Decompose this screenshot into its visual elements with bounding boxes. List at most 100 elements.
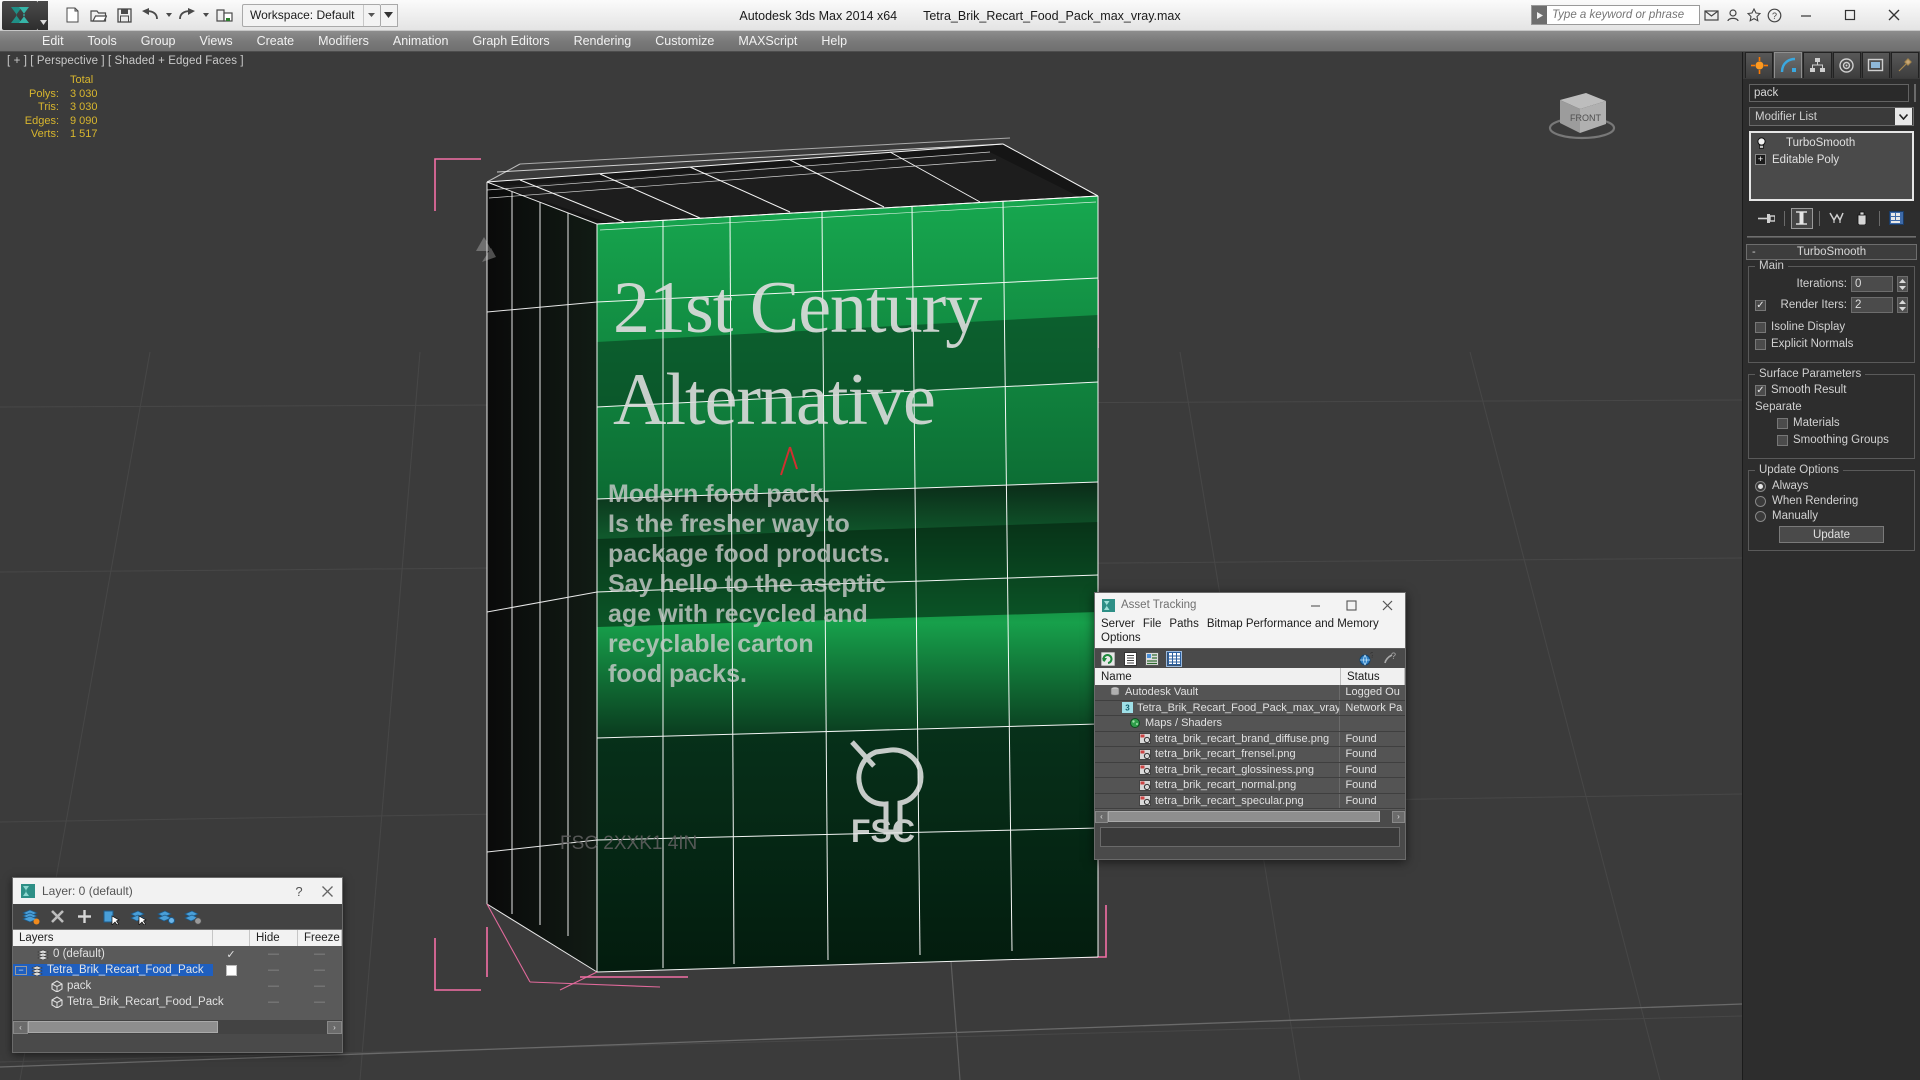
menu-item-views[interactable]: Views [187, 31, 244, 51]
workspace-selector[interactable]: Workspace: Default [242, 3, 381, 27]
object-color-swatch[interactable] [1914, 84, 1916, 102]
asset-list[interactable]: Autodesk Vault Logged Ou 3 Tetra_Brik_Re… [1095, 685, 1405, 809]
modify-tab[interactable] [1774, 52, 1803, 78]
menu-item-tools[interactable]: Tools [76, 31, 129, 51]
workspace-dropdown-button[interactable] [380, 3, 398, 27]
detail-view-icon[interactable] [1144, 651, 1160, 667]
layer-dialog-help-button[interactable]: ? [286, 878, 312, 904]
layer-freeze-cell[interactable]: — [298, 994, 342, 1010]
scroll-thumb[interactable] [28, 1021, 218, 1033]
redo-dropdown-caret-icon[interactable] [201, 4, 210, 27]
select-objects-in-layer-icon[interactable] [102, 907, 121, 926]
menu-item-group[interactable]: Group [129, 31, 188, 51]
asset-minimize-button[interactable] [1297, 593, 1333, 617]
utilities-tab[interactable] [1890, 52, 1920, 78]
layer-row[interactable]: pack — — [13, 978, 342, 994]
layer-freeze-cell[interactable]: — [298, 946, 342, 962]
when-rendering-radio[interactable] [1755, 495, 1766, 507]
asset-row[interactable]: Autodesk Vault Logged Ou [1095, 685, 1405, 701]
window-minimize-button[interactable] [1784, 0, 1828, 31]
explicit-normals-checkbox[interactable] [1755, 338, 1766, 350]
refresh-icon[interactable] [1100, 651, 1116, 667]
chevron-down-icon[interactable] [1895, 108, 1912, 125]
asset-scroll-right-button[interactable]: › [1392, 810, 1405, 823]
smooth-result-checkbox[interactable] [1755, 384, 1766, 396]
lightbulb-icon[interactable] [1755, 136, 1768, 149]
remove-modifier-icon[interactable] [1851, 208, 1873, 229]
layer-row[interactable]: − Tetra_Brik_Recart_Food_Pack — — [13, 962, 342, 978]
asset-row[interactable]: tetra_brik_recart_glossiness.png Found [1095, 762, 1405, 778]
asset-column-name[interactable]: Name [1095, 668, 1341, 685]
asset-maximize-button[interactable] [1333, 593, 1369, 617]
configure-modifier-sets-icon[interactable] [1886, 208, 1908, 229]
modifier-stack-item-editable-poly[interactable]: + Editable Poly [1752, 151, 1911, 168]
menu-item-animation[interactable]: Animation [381, 31, 461, 51]
communication-center-icon[interactable] [1702, 6, 1721, 25]
asset-menu-paths[interactable]: Paths [1169, 617, 1206, 631]
materials-checkbox[interactable] [1777, 417, 1788, 429]
layer-hide-cell[interactable]: — [250, 994, 298, 1010]
grid-view-icon[interactable] [1166, 650, 1182, 667]
asset-horizontal-scrollbar[interactable]: ‹ › [1095, 809, 1405, 823]
motion-tab[interactable] [1832, 52, 1861, 78]
help-icon[interactable]: ? [1382, 651, 1398, 667]
layer-dialog[interactable]: Layer: 0 (default) ? Layers Hide Freeze … [12, 877, 343, 1053]
layer-current-cell[interactable] [213, 962, 250, 978]
workspace-caret-icon[interactable] [362, 4, 380, 26]
always-radio[interactable] [1755, 480, 1766, 492]
asset-menu-bitmap-performance[interactable]: Bitmap Performance and Memory [1207, 617, 1387, 631]
smoothing-groups-checkbox[interactable] [1777, 434, 1788, 446]
update-option-manually[interactable]: Manually [1755, 510, 1908, 522]
scroll-right-button[interactable]: › [327, 1020, 342, 1034]
rollout-collapse-glyph[interactable]: - [1752, 246, 1756, 258]
modifier-list-dropdown[interactable]: Modifier List [1749, 107, 1914, 126]
asset-menu-file[interactable]: File [1143, 617, 1170, 631]
layer-settings-icon[interactable] [183, 907, 202, 926]
pin-stack-icon[interactable] [1756, 208, 1778, 229]
expand-plus-icon[interactable]: + [1755, 154, 1766, 165]
isoline-display-row[interactable]: Isoline Display [1755, 321, 1908, 333]
modifier-stack-item-turbosmooth[interactable]: TurboSmooth [1752, 134, 1911, 151]
help-icon[interactable]: ? [1765, 6, 1784, 25]
show-end-result-icon[interactable] [1790, 207, 1813, 229]
smooth-result-row[interactable]: Smooth Result [1755, 384, 1908, 396]
viewport-label[interactable]: [ + ] [ Perspective ] [ Shaded + Edged F… [7, 55, 244, 67]
iterations-spinner[interactable] [1897, 276, 1908, 292]
layer-properties-icon[interactable] [156, 907, 175, 926]
exchange-apps-icon[interactable] [1744, 6, 1763, 25]
delete-layer-icon[interactable] [48, 907, 67, 926]
update-button[interactable]: Update [1779, 526, 1884, 543]
autodesk-account-icon[interactable] [1723, 6, 1742, 25]
layer-hide-cell[interactable]: — [250, 946, 298, 962]
render-iters-input[interactable] [1851, 297, 1893, 313]
layer-column-current[interactable] [213, 930, 250, 946]
menu-item-customize[interactable]: Customize [643, 31, 726, 51]
layer-current-cell[interactable]: ✓ [213, 946, 250, 962]
layer-dialog-close-button[interactable] [312, 878, 342, 904]
asset-row[interactable]: Maps / Shaders [1095, 716, 1405, 732]
layer-horizontal-scrollbar[interactable]: ‹ › [13, 1019, 342, 1034]
layer-freeze-cell[interactable]: — [298, 962, 342, 978]
layer-row[interactable]: Tetra_Brik_Recart_Food_Pack — — [13, 994, 342, 1010]
view-cube[interactable]: FRONT [1540, 76, 1624, 148]
menu-item-create[interactable]: Create [245, 31, 307, 51]
materials-row[interactable]: Materials [1777, 417, 1908, 429]
update-option-always[interactable]: Always [1755, 480, 1908, 492]
object-name-input[interactable] [1749, 84, 1909, 102]
search-input[interactable] [1547, 6, 1699, 24]
window-close-button[interactable] [1872, 0, 1916, 31]
smoothing-groups-row[interactable]: Smoothing Groups [1777, 434, 1908, 446]
asset-menu-server[interactable]: Server [1101, 617, 1143, 631]
list-view-icon[interactable] [1122, 651, 1138, 667]
app-menu-caret-icon[interactable] [38, 0, 48, 30]
highlight-selected-objects-icon[interactable] [129, 907, 148, 926]
layer-hide-cell[interactable]: — [250, 978, 298, 994]
asset-row[interactable]: tetra_brik_recart_frensel.png Found [1095, 747, 1405, 763]
render-iters-checkbox[interactable] [1755, 299, 1766, 311]
window-maximize-button[interactable] [1828, 0, 1872, 31]
layer-dialog-title-bar[interactable]: Layer: 0 (default) ? [13, 878, 342, 904]
hierarchy-tab[interactable] [1803, 52, 1832, 78]
search-box[interactable] [1531, 5, 1700, 25]
create-tab[interactable] [1745, 52, 1774, 78]
asset-scroll-left-button[interactable]: ‹ [1095, 810, 1108, 823]
